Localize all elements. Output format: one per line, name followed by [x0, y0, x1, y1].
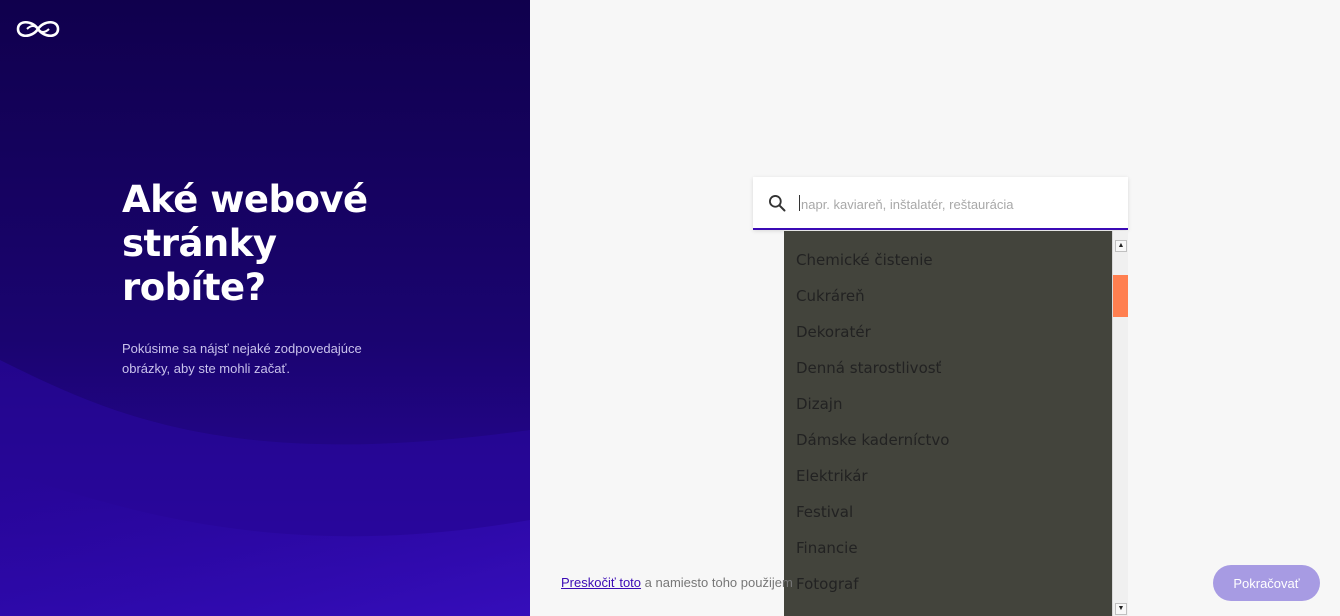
skip-row-text: a namiesto toho použijem [644, 575, 793, 590]
category-dropdown[interactable]: Chemické čistenie Cukráreň Dekoratér Den… [784, 231, 1128, 616]
scroll-down-arrow-icon[interactable]: ▼ [1115, 603, 1127, 615]
infinity-logo-icon[interactable] [14, 16, 62, 42]
search-icon [769, 195, 786, 212]
continue-button[interactable]: Pokračovať [1213, 565, 1320, 601]
skip-row: Preskočiť toto a namiesto toho použijem [561, 575, 793, 590]
search-box[interactable] [753, 177, 1128, 230]
dropdown-item[interactable]: Festival [784, 494, 1113, 530]
dropdown-list: Chemické čistenie Cukráreň Dekoratér Den… [784, 242, 1113, 602]
page-title: Aké webové stránky robíte? [122, 178, 368, 309]
text-cursor [799, 195, 800, 211]
dropdown-item[interactable]: Cukráreň [784, 278, 1113, 314]
scroll-up-arrow-icon[interactable]: ▲ [1115, 240, 1127, 252]
scroll-thumb[interactable] [1113, 275, 1128, 317]
dropdown-scrollbar[interactable]: ▲ ▼ [1112, 231, 1128, 616]
dropdown-item[interactable]: Dekoratér [784, 314, 1113, 350]
left-panel: Aké webové stránky robíte? Pokúsime sa n… [0, 0, 530, 616]
dropdown-item[interactable]: Denná starostlivosť [784, 350, 1113, 386]
dropdown-item[interactable]: Dámske kaderníctvo [784, 422, 1113, 458]
skip-link[interactable]: Preskočiť toto [561, 575, 641, 590]
dropdown-item[interactable]: Financie [784, 530, 1113, 566]
dropdown-item[interactable]: Elektrikár [784, 458, 1113, 494]
dropdown-item[interactable]: Chemické čistenie [784, 242, 1113, 278]
dropdown-item[interactable]: Dizajn [784, 386, 1113, 422]
dropdown-item[interactable]: Fotograf [784, 566, 1113, 602]
search-input[interactable] [799, 190, 1113, 218]
page-subtitle: Pokúsime sa nájsť nejaké zodpovedajúce o… [122, 341, 362, 376]
